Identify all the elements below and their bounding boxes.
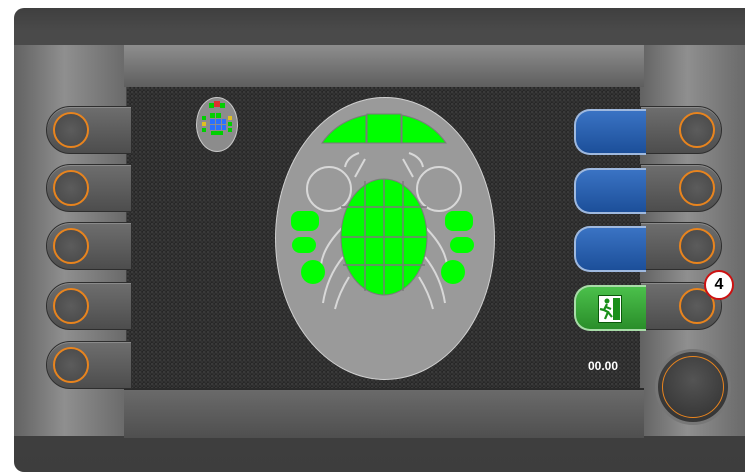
- running-man-exit-icon: [598, 295, 622, 323]
- zone-right-leg-1[interactable]: [445, 211, 473, 231]
- callout-badge: 4: [704, 270, 734, 300]
- ring-icon: [679, 170, 715, 206]
- ring-icon: [53, 170, 89, 206]
- zone-left-leg-1[interactable]: [291, 211, 319, 231]
- ring-icon: [679, 112, 715, 148]
- zone-right-leg-3[interactable]: [441, 260, 465, 284]
- mini-beetle-icon: [196, 97, 238, 152]
- function-button-2[interactable]: [574, 168, 646, 214]
- ring-icon: [53, 347, 89, 383]
- left-softkey-3[interactable]: [46, 222, 132, 270]
- right-softkey-3[interactable]: [640, 222, 722, 270]
- function-button-3[interactable]: [574, 226, 646, 272]
- beetle-diagram: [291, 113, 474, 310]
- top-bezel: [124, 45, 644, 87]
- zone-left-leg-3[interactable]: [301, 260, 325, 284]
- function-button-1[interactable]: [574, 109, 646, 155]
- right-softkey-1[interactable]: [640, 106, 722, 154]
- timer-readout: 00.00: [588, 359, 619, 373]
- left-softkey-2[interactable]: [46, 164, 132, 212]
- zone-right-leg-2[interactable]: [450, 237, 474, 253]
- right-softkey-2[interactable]: [640, 164, 722, 212]
- rotary-knob[interactable]: [655, 349, 731, 425]
- ring-icon: [53, 228, 89, 264]
- ring-icon: [679, 228, 715, 264]
- left-softkey-1[interactable]: [46, 106, 132, 154]
- bottom-bezel: [124, 388, 644, 438]
- zone-left-leg-2[interactable]: [292, 237, 316, 253]
- zone-head-center[interactable]: [366, 113, 402, 144]
- zone-head-left[interactable]: [321, 114, 367, 144]
- left-softkey-5[interactable]: [46, 341, 132, 389]
- zone-head-right[interactable]: [401, 114, 447, 144]
- exit-button[interactable]: [574, 285, 646, 331]
- ring-icon: [53, 288, 89, 324]
- ring-icon: [53, 112, 89, 148]
- left-softkey-4[interactable]: [46, 282, 132, 330]
